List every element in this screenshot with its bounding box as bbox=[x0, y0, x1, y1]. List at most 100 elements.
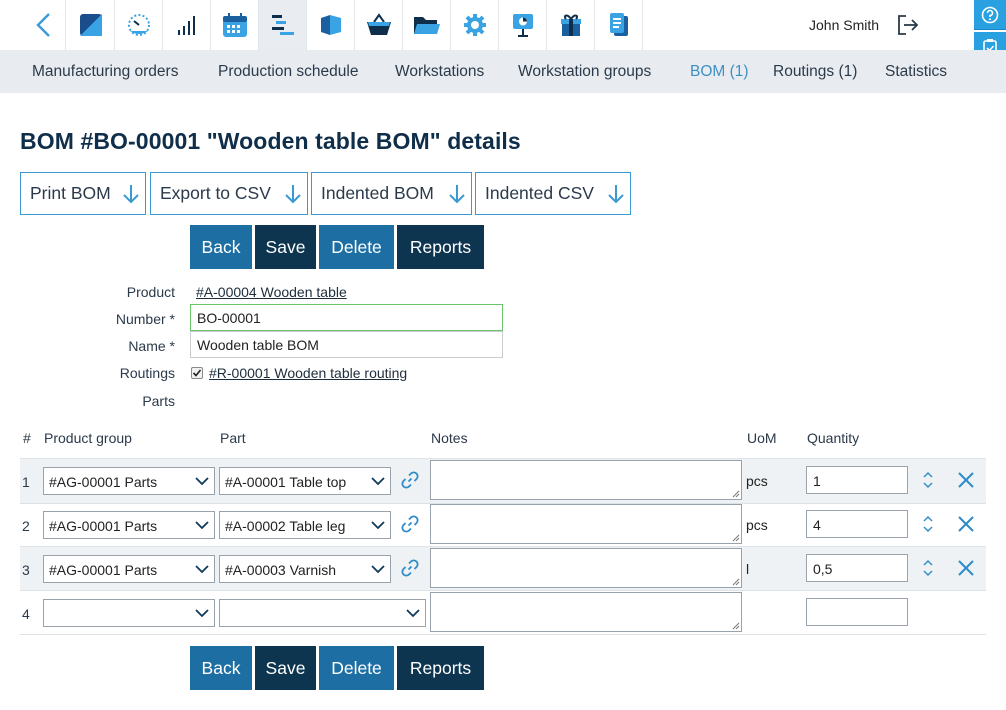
part-select[interactable]: #A-00001 Table top bbox=[219, 467, 391, 495]
delete-button[interactable]: Delete bbox=[319, 225, 394, 269]
quantity-input[interactable]: 0,5 bbox=[806, 554, 908, 582]
chevron-down-icon bbox=[406, 609, 420, 618]
nav-manufacturing-orders[interactable]: Manufacturing orders bbox=[32, 63, 178, 81]
delete-button-bottom[interactable]: Delete bbox=[319, 646, 394, 690]
delete-row-icon[interactable] bbox=[957, 515, 975, 533]
notes-textarea[interactable] bbox=[430, 548, 742, 588]
indented-csv-button[interactable]: Indented CSV bbox=[475, 172, 631, 215]
routing-checkbox[interactable] bbox=[191, 367, 203, 379]
table-row: 2 #AG-00001 Parts #A-00002 Table leg pcs… bbox=[20, 503, 986, 547]
nav-production-schedule[interactable]: Production schedule bbox=[218, 63, 358, 81]
download-arrow-icon bbox=[123, 185, 139, 204]
quantity-input[interactable] bbox=[806, 598, 908, 626]
dashboard-gauge-icon[interactable] bbox=[115, 0, 163, 50]
link-icon[interactable] bbox=[401, 559, 419, 577]
nav-workstation-groups[interactable]: Workstation groups bbox=[518, 63, 651, 81]
nav-routings[interactable]: Routings (1) bbox=[773, 63, 857, 81]
uom-value: pcs bbox=[746, 473, 768, 489]
part-value: #A-00003 Varnish bbox=[225, 562, 337, 578]
chevron-down-icon bbox=[371, 565, 385, 574]
row-number: 3 bbox=[22, 562, 30, 578]
chevron-left-icon[interactable] bbox=[22, 0, 66, 50]
product-group-select[interactable] bbox=[43, 599, 215, 627]
product-group-value: #AG-00001 Parts bbox=[49, 562, 158, 578]
notes-textarea[interactable] bbox=[430, 460, 742, 500]
indented-bom-label: Indented BOM bbox=[321, 183, 434, 203]
logout-icon[interactable] bbox=[896, 13, 920, 37]
number-label: Number * bbox=[115, 311, 175, 327]
signal-bars-icon[interactable] bbox=[163, 0, 211, 50]
calendar-icon[interactable] bbox=[211, 0, 259, 50]
product-group-select[interactable]: #AG-00001 Parts bbox=[43, 511, 215, 539]
table-row: 3 #AG-00001 Parts #A-00003 Varnish l 0,5 bbox=[20, 547, 986, 591]
link-icon[interactable] bbox=[401, 471, 419, 489]
logo-icon[interactable] bbox=[67, 0, 115, 50]
notes-textarea[interactable] bbox=[430, 504, 742, 544]
export-csv-button[interactable]: Export to CSV bbox=[150, 172, 308, 215]
gantt-icon[interactable] bbox=[259, 0, 307, 50]
nav-workstations[interactable]: Workstations bbox=[395, 63, 484, 81]
chevron-down-icon bbox=[195, 521, 209, 530]
number-field[interactable]: BO-00001 bbox=[190, 304, 503, 331]
table-row: 1 #AG-00001 Parts #A-00001 Table top pcs… bbox=[20, 459, 986, 503]
link-icon[interactable] bbox=[401, 515, 419, 533]
quantity-input[interactable]: 4 bbox=[806, 510, 908, 538]
row-number: 2 bbox=[22, 518, 30, 534]
box-icon[interactable] bbox=[307, 0, 355, 50]
table-row: 4 bbox=[20, 591, 986, 635]
top-toolbar: John Smith bbox=[0, 0, 1006, 62]
product-link[interactable]: #A-00004 Wooden table bbox=[196, 284, 347, 300]
col-header-uom: UoM bbox=[747, 430, 777, 446]
col-header-quantity: Quantity bbox=[807, 430, 860, 446]
uom-value: l bbox=[746, 561, 750, 577]
col-header-part: Part bbox=[220, 430, 246, 446]
chevron-down-icon bbox=[371, 477, 385, 486]
row-number: 1 bbox=[22, 474, 30, 490]
reports-button[interactable]: Reports bbox=[397, 225, 484, 269]
basket-icon[interactable] bbox=[355, 0, 403, 50]
nav-bom[interactable]: BOM (1) bbox=[690, 63, 749, 81]
quantity-input[interactable]: 1 bbox=[806, 466, 908, 494]
download-arrow-icon bbox=[449, 185, 465, 204]
reports-button-bottom[interactable]: Reports bbox=[397, 646, 484, 690]
save-button-bottom[interactable]: Save bbox=[255, 646, 316, 690]
product-group-select[interactable]: #AG-00001 Parts bbox=[43, 467, 215, 495]
chevron-down-icon bbox=[371, 521, 385, 530]
reorder-icon[interactable] bbox=[922, 558, 934, 578]
reorder-icon[interactable] bbox=[922, 514, 934, 534]
back-button-bottom[interactable]: Back bbox=[190, 646, 252, 690]
help-icon[interactable] bbox=[974, 0, 1006, 30]
name-label: Name * bbox=[128, 338, 175, 354]
back-button[interactable]: Back bbox=[190, 225, 252, 269]
product-group-select[interactable]: #AG-00001 Parts bbox=[43, 555, 215, 583]
presentation-icon[interactable] bbox=[499, 0, 547, 50]
part-select[interactable]: #A-00002 Table leg bbox=[219, 511, 391, 539]
uom-value: pcs bbox=[746, 517, 768, 533]
gift-icon[interactable] bbox=[547, 0, 595, 50]
print-bom-label: Print BOM bbox=[30, 183, 111, 203]
reorder-icon[interactable] bbox=[922, 470, 934, 490]
gear-icon[interactable] bbox=[451, 0, 499, 50]
save-button[interactable]: Save bbox=[255, 225, 316, 269]
delete-row-icon[interactable] bbox=[957, 559, 975, 577]
part-select[interactable]: #A-00003 Varnish bbox=[219, 555, 391, 583]
routing-link[interactable]: #R-00001 Wooden table routing bbox=[209, 365, 407, 381]
chevron-down-icon bbox=[195, 609, 209, 618]
col-header-notes: Notes bbox=[431, 430, 468, 446]
documents-icon[interactable] bbox=[595, 0, 643, 50]
notes-textarea[interactable] bbox=[430, 592, 742, 632]
part-select[interactable] bbox=[219, 599, 426, 627]
page-title: BOM #BO-00001 "Wooden table BOM" details bbox=[20, 128, 521, 154]
print-bom-button[interactable]: Print BOM bbox=[20, 172, 146, 215]
nav-statistics[interactable]: Statistics bbox=[885, 63, 947, 81]
indented-bom-button[interactable]: Indented BOM bbox=[311, 172, 472, 215]
indented-csv-label: Indented CSV bbox=[485, 183, 594, 203]
resize-grip-icon bbox=[732, 490, 740, 498]
name-field[interactable]: Wooden table BOM bbox=[190, 331, 503, 358]
delete-row-icon[interactable] bbox=[957, 471, 975, 489]
download-arrow-icon bbox=[608, 185, 624, 204]
user-name[interactable]: John Smith bbox=[809, 17, 879, 33]
chevron-down-icon bbox=[195, 477, 209, 486]
folder-icon[interactable] bbox=[403, 0, 451, 50]
product-label: Product bbox=[126, 284, 175, 300]
